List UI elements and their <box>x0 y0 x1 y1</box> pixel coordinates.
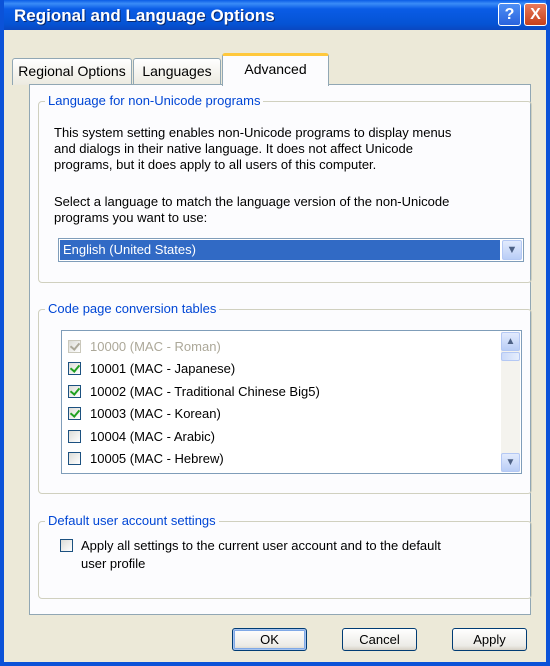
language-select[interactable]: English (United States) ▼ <box>58 238 524 262</box>
language-select-value: English (United States) <box>60 240 500 260</box>
checkbox[interactable] <box>68 362 81 375</box>
apply-button[interactable]: Apply <box>452 628 527 651</box>
list-item-label: 10004 (MAC - Arabic) <box>90 429 215 444</box>
list-item-label: 10002 (MAC - Traditional Chinese Big5) <box>90 384 320 399</box>
checkbox[interactable] <box>68 407 81 420</box>
select-language-line-1: Select a language to match the language … <box>54 194 450 209</box>
tab-languages[interactable]: Languages <box>133 58 221 85</box>
list-item-label: 10000 (MAC - Roman) <box>90 339 221 354</box>
chevron-down-icon[interactable]: ▼ <box>501 453 520 472</box>
tab-regional-options[interactable]: Regional Options <box>12 58 132 85</box>
help-button[interactable]: ? <box>498 3 521 26</box>
default-user-label-line-1: Apply all settings to the current user a… <box>81 538 441 553</box>
window-title: Regional and Language Options <box>14 6 275 25</box>
code-page-legend: Code page conversion tables <box>45 301 220 316</box>
non-unicode-desc-line-1: This system setting enables non-Unicode … <box>54 125 452 140</box>
cancel-button[interactable]: Cancel <box>342 628 417 651</box>
title-bar[interactable]: Regional and Language Options ? X <box>4 0 547 30</box>
non-unicode-desc-line-3: programs, but it does apply to all users… <box>54 157 377 172</box>
default-user-label-line-2: user profile <box>81 556 146 571</box>
select-language-line-2: programs you want to use: <box>54 210 208 225</box>
non-unicode-legend: Language for non-Unicode programs <box>45 93 264 108</box>
vertical-scrollbar[interactable]: ▲ ▼ <box>501 332 520 472</box>
list-item-label: 10005 (MAC - Hebrew) <box>90 451 224 466</box>
ok-button[interactable]: OK <box>232 628 307 651</box>
list-item-label: 10003 (MAC - Korean) <box>90 406 221 421</box>
scroll-thumb[interactable] <box>501 352 520 361</box>
default-user-legend: Default user account settings <box>45 513 219 528</box>
list-item-label: 10001 (MAC - Japanese) <box>90 361 236 376</box>
non-unicode-desc-line-2: and dialogs in their native language. It… <box>54 141 413 156</box>
dialog-window: Regional and Language Options ? X Region… <box>0 0 550 666</box>
code-page-list[interactable]: 10000 (MAC - Roman) 10001 (MAC - Japanes… <box>61 330 522 474</box>
checkbox[interactable] <box>68 430 81 443</box>
checkbox[interactable] <box>68 340 81 353</box>
chevron-down-icon[interactable]: ▼ <box>502 240 522 260</box>
checkbox[interactable] <box>68 385 81 398</box>
checkbox[interactable] <box>60 539 73 552</box>
close-button[interactable]: X <box>524 3 547 26</box>
checkbox[interactable] <box>68 452 81 465</box>
tab-advanced[interactable]: Advanced <box>222 53 329 86</box>
chevron-up-icon[interactable]: ▲ <box>501 332 520 351</box>
